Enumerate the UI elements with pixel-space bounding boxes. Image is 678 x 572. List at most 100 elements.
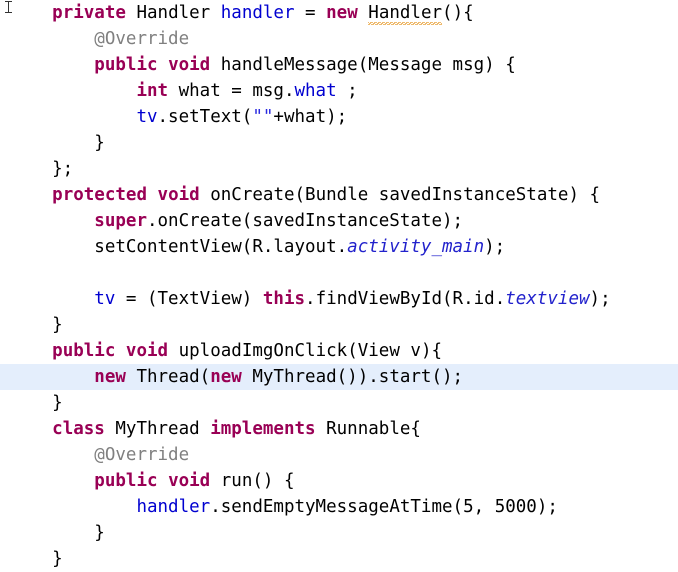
code-token-plain: .setText( xyxy=(157,107,253,127)
code-token-str: "" xyxy=(252,107,274,127)
code-token-plain: ); xyxy=(536,497,558,517)
code-line[interactable]: @Override xyxy=(0,26,678,52)
code-line[interactable]: public void uploadImgOnClick(View v){ xyxy=(0,338,678,364)
code-token-plain: ); xyxy=(484,237,506,257)
code-token-plain: ); xyxy=(589,289,611,309)
code-line[interactable]: handler.sendEmptyMessageAtTime(5, 5000); xyxy=(0,494,678,520)
code-token-kw: super xyxy=(94,211,147,231)
code-line[interactable]: protected void onCreate(Bundle savedInst… xyxy=(0,182,678,208)
code-token-kw: void xyxy=(125,341,169,361)
code-token-plain: = xyxy=(294,3,327,23)
code-token-plain: , xyxy=(473,497,495,517)
code-line[interactable]: super.onCreate(savedInstanceState); xyxy=(0,208,678,234)
code-token-kw: new xyxy=(94,367,126,387)
code-token-plain: Thread( xyxy=(125,367,211,387)
code-line[interactable]: @Override xyxy=(0,442,678,468)
code-token-field: tv xyxy=(94,289,116,309)
code-token-plain: Runnable{ xyxy=(315,419,421,439)
code-token-kw: void xyxy=(168,55,211,75)
code-line[interactable]: } xyxy=(0,546,678,572)
code-line[interactable] xyxy=(0,260,678,286)
code-editor[interactable]: private Handler handler = new Handler(){… xyxy=(0,0,678,569)
code-token-kw: new xyxy=(326,3,358,23)
code-token-plain: +what); xyxy=(273,107,348,127)
code-token-plain: setContentView(R.layout. xyxy=(10,237,348,257)
code-token-num: 5 xyxy=(463,497,474,517)
code-token-kw: int xyxy=(136,81,169,101)
code-line[interactable]: public void run() { xyxy=(0,468,678,494)
code-token-plain: (){ xyxy=(442,3,474,23)
code-token-kw: protected xyxy=(52,185,147,205)
code-token-plain: }; xyxy=(10,159,74,179)
code-token-plain: ; xyxy=(336,81,358,101)
code-token-plain: onCreate(Bundle savedInstanceState) { xyxy=(199,185,601,205)
code-token-kw: public xyxy=(94,471,158,491)
code-line[interactable]: private Handler handler = new Handler(){ xyxy=(0,0,678,26)
code-token-kw: class xyxy=(52,419,105,439)
code-line[interactable]: } xyxy=(0,390,678,416)
code-line[interactable]: }; xyxy=(0,156,678,182)
code-token-kw: public xyxy=(52,341,116,361)
code-token-plain: = (TextView) xyxy=(115,289,263,309)
code-token-anno: @Override xyxy=(94,29,190,49)
code-token-kw: void xyxy=(157,185,200,205)
code-token-plain: } xyxy=(10,393,63,413)
code-line[interactable]: class MyThread implements Runnable{ xyxy=(0,416,678,442)
code-line[interactable]: tv.setText(""+what); xyxy=(0,104,678,130)
code-token-kw: implements xyxy=(210,419,316,439)
code-token-anno: @Override xyxy=(94,445,190,465)
code-token-field: what xyxy=(294,81,337,101)
code-token-warn: Handler xyxy=(368,3,443,25)
code-token-plain: Handler xyxy=(125,3,221,23)
code-token-kw: void xyxy=(168,471,211,491)
code-token-plain: .findViewById(R.id. xyxy=(305,289,506,309)
code-token-plain: } xyxy=(10,549,63,569)
code-content[interactable]: private Handler handler = new Handler(){… xyxy=(0,0,678,572)
code-line-highlighted[interactable]: new Thread(new MyThread()).start(); xyxy=(0,364,678,390)
code-line[interactable]: int what = msg.what ; xyxy=(0,78,678,104)
code-token-plain: } xyxy=(10,315,63,335)
code-token-plain: handleMessage(Message msg) { xyxy=(210,55,516,75)
code-line[interactable]: } xyxy=(0,312,678,338)
code-token-field: handler xyxy=(220,3,295,23)
code-token-field: tv xyxy=(136,107,158,127)
code-token-field-i: textview xyxy=(505,289,590,309)
code-line[interactable]: tv = (TextView) this.findViewById(R.id.t… xyxy=(0,286,678,312)
code-token-kw: private xyxy=(52,3,126,23)
code-token-plain: } xyxy=(10,133,105,153)
code-token-plain: .sendEmptyMessageAtTime( xyxy=(210,497,464,517)
code-token-plain: run() { xyxy=(210,471,295,491)
code-token-kw: new xyxy=(210,367,242,387)
code-token-plain: .onCreate(savedInstanceState); xyxy=(146,211,464,231)
code-token-plain: MyThread()).start(); xyxy=(241,367,464,387)
code-token-kw: this xyxy=(262,289,306,309)
code-line[interactable]: } xyxy=(0,520,678,546)
code-token-field: handler xyxy=(136,497,211,517)
code-token-kw: public xyxy=(94,55,158,75)
code-token-num: 5000 xyxy=(494,497,537,517)
code-line[interactable]: } xyxy=(0,130,678,156)
code-line[interactable]: setContentView(R.layout.activity_main); xyxy=(0,234,678,260)
code-line[interactable]: public void handleMessage(Message msg) { xyxy=(0,52,678,78)
code-token-plain: what = msg. xyxy=(168,81,295,101)
code-token-plain: MyThread xyxy=(104,419,211,439)
code-token-plain: } xyxy=(10,523,105,543)
